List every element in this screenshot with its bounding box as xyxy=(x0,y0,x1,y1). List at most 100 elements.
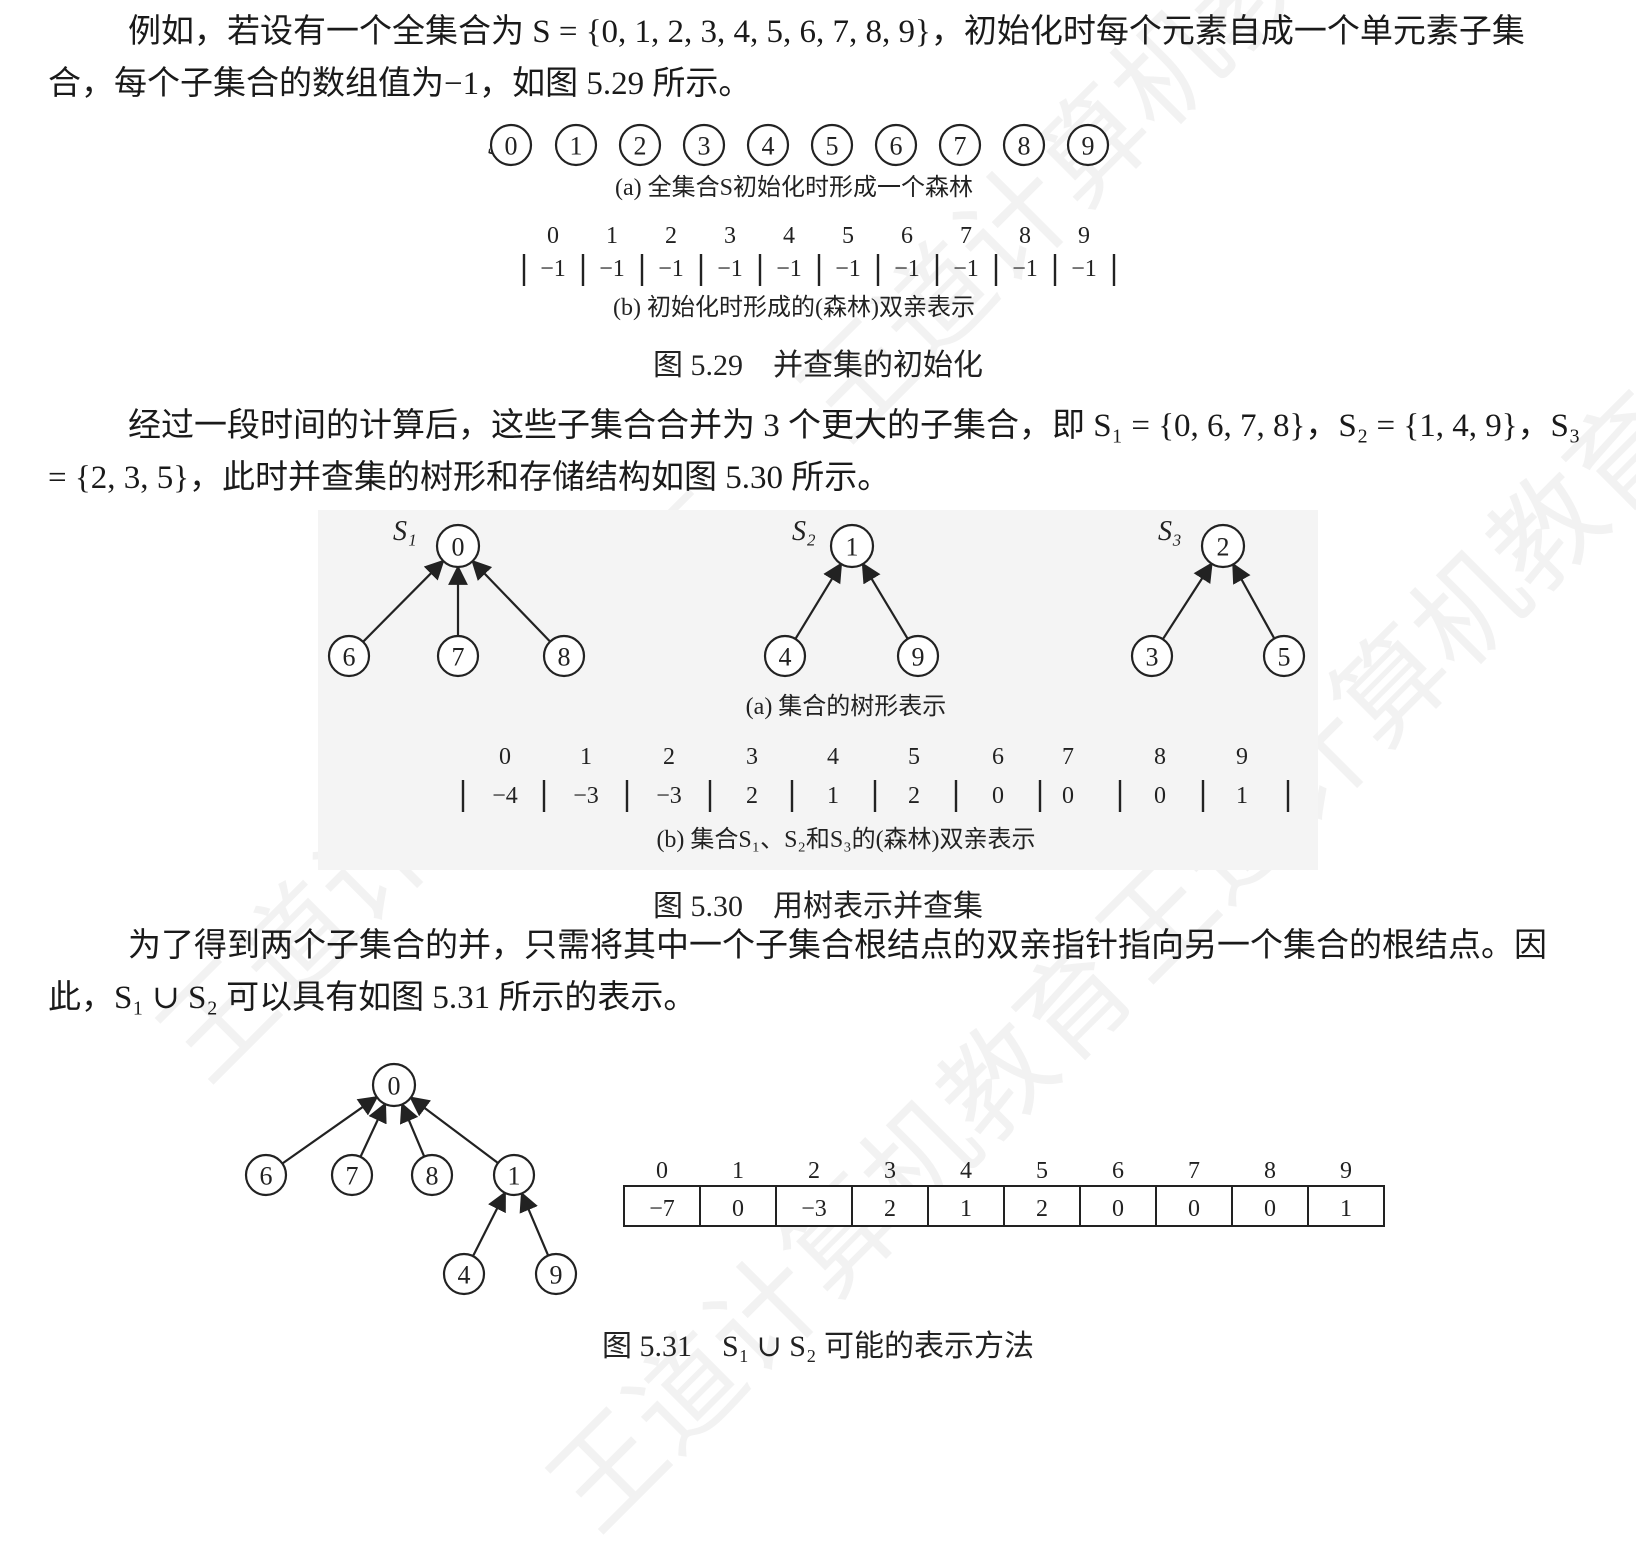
fig531-value-2: −3 xyxy=(801,1196,827,1222)
fig529-node-5-label: 5 xyxy=(826,132,839,161)
fig531-index-9: 9 xyxy=(1340,1158,1352,1184)
fig530-node-4: 4 xyxy=(763,634,807,678)
fig530-value-3: 2 xyxy=(746,783,758,809)
fig530-edge-3-to-2 xyxy=(1161,561,1213,640)
fig531-index-4: 4 xyxy=(960,1158,972,1184)
fig531-index-0: 0 xyxy=(656,1158,668,1184)
fig530-index-2: 2 xyxy=(663,744,675,770)
fig530-tree-2-label: S₂ xyxy=(792,516,816,547)
fig530-index-3: 3 xyxy=(746,744,758,770)
fig529-value-2: −1 xyxy=(658,256,684,282)
fig531-title: 图 5.31 S₁ ∪ S₂ 可能的表示方法 xyxy=(602,1330,1034,1363)
fig530-node-4-label: 4 xyxy=(779,643,792,672)
fig531-node-4-label: 4 xyxy=(458,1261,471,1290)
fig529-node-6-label: 6 xyxy=(890,132,903,161)
fig530-node-1: 1 xyxy=(829,523,875,569)
fig531-value-5: 2 xyxy=(1036,1196,1048,1222)
fig529-value-7: −1 xyxy=(953,256,979,282)
fig529-node-8-label: 8 xyxy=(1018,132,1031,161)
fig530-node-0-label: 0 xyxy=(452,533,465,562)
fig529-value-0: −1 xyxy=(540,256,566,282)
fig529-node-3-label: 3 xyxy=(698,132,711,161)
fig530-value-6: 0 xyxy=(992,783,1004,809)
fig529-node-2: 2 xyxy=(618,123,662,167)
fig530-node-6-label: 6 xyxy=(343,643,356,672)
fig531-node-0: 0 xyxy=(371,1062,417,1108)
fig530-title: 图 5.30 用树表示并查集 xyxy=(653,890,983,923)
fig530-node-8: 8 xyxy=(542,634,586,678)
fig530-node-3-label: 3 xyxy=(1146,643,1159,672)
fig529-node-3: 3 xyxy=(682,123,726,167)
fig529-index-3: 3 xyxy=(724,223,736,249)
fig529-node-1-label: 1 xyxy=(570,132,583,161)
fig531-index-1: 1 xyxy=(732,1158,744,1184)
fig529-node-2-label: 2 xyxy=(634,132,647,161)
fig531-node-8: 8 xyxy=(410,1153,454,1197)
fig531-value-8: 0 xyxy=(1264,1196,1276,1222)
fig531-value-7: 0 xyxy=(1188,1196,1200,1222)
fig530-node-7-label: 7 xyxy=(452,643,465,672)
fig530-index-1: 1 xyxy=(580,744,592,770)
fig530-index-5: 5 xyxy=(908,744,920,770)
fig529-index-7: 7 xyxy=(960,223,972,249)
fig531-value-3: 2 xyxy=(884,1196,896,1222)
fig530-index-4: 4 xyxy=(827,744,839,770)
fig531-node-1: 1 xyxy=(492,1153,536,1197)
fig529-value-3: −1 xyxy=(717,256,743,282)
fig530-value-8: 0 xyxy=(1154,783,1166,809)
fig529-node-8: 8 xyxy=(1002,123,1046,167)
fig531-value-4: 1 xyxy=(960,1196,972,1222)
fig529-node-7: 7 xyxy=(938,123,982,167)
fig531-node-7: 7 xyxy=(330,1153,374,1197)
fig529-node-4: 4 xyxy=(746,123,790,167)
fig529-node-0: 0 xyxy=(489,123,533,167)
fig529-index-6: 6 xyxy=(901,223,913,249)
fig531-node-4: 4 xyxy=(442,1252,486,1296)
fig530-node-9: 9 xyxy=(896,634,940,678)
fig530-edge-8-to-0 xyxy=(471,559,551,643)
fig529-value-5: −1 xyxy=(835,256,861,282)
fig531-tree: 0 6 7 8 1 4 9 xyxy=(244,1062,578,1296)
fig529-value-4: −1 xyxy=(776,256,802,282)
fig531-edge-8-to-0 xyxy=(399,1102,426,1158)
fig530-node-2: 2 xyxy=(1200,523,1246,569)
fig530-index-0: 0 xyxy=(499,744,511,770)
fig531-index-7: 7 xyxy=(1188,1158,1200,1184)
fig529-title: 图 5.29 并查集的初始化 xyxy=(653,349,983,382)
fig530-index-7: 7 xyxy=(1062,744,1074,770)
fig529-parent-table: 0 1 2 3 4 5 6 7 8 9 −1 −1 −1 −1 −1 −1 −1 −1 −1 −1 xyxy=(522,223,1116,286)
fig530-index-8: 8 xyxy=(1154,744,1166,770)
fig529-node-9-label: 9 xyxy=(1082,132,1095,161)
fig530-edge-9-to-1 xyxy=(861,562,909,640)
fig530-tree-3-label: S₃ xyxy=(1158,516,1182,547)
fig530-node-7: 7 xyxy=(436,634,480,678)
fig531-node-1-label: 1 xyxy=(508,1162,521,1191)
fig530-node-2-label: 2 xyxy=(1217,533,1230,562)
fig529-node-7-label: 7 xyxy=(954,132,967,161)
fig530-node-9-label: 9 xyxy=(912,643,925,672)
fig530-node-5: 5 xyxy=(1262,634,1306,678)
fig529-index-0: 0 xyxy=(547,223,559,249)
fig529-nodes: 0 1 2 3 4 5 6 7 8 9 xyxy=(489,123,1110,167)
fig530-edge-5-to-2 xyxy=(1232,562,1276,640)
figures-canvas: S 0123456789 (a) 全集合S初始化时形成一个森林 01234567… xyxy=(244,123,1385,1363)
fig531-node-6: 6 xyxy=(244,1153,288,1197)
fig530-caption-b: (b) 集合S₁、S₂和S₃的(森林)双亲表示 xyxy=(656,826,1035,853)
fig529-caption-b: (b) 初始化时形成的(森林)双亲表示 xyxy=(613,294,975,321)
fig530-node-5-label: 5 xyxy=(1278,643,1291,672)
fig529-value-8: −1 xyxy=(1012,256,1038,282)
fig529-node-6: 6 xyxy=(874,123,918,167)
fig531-index-5: 5 xyxy=(1036,1158,1048,1184)
fig531-value-0: −7 xyxy=(649,1196,675,1222)
fig529-value-6: −1 xyxy=(894,256,920,282)
fig531-edge-9-to-1 xyxy=(519,1191,550,1257)
fig529-node-1: 1 xyxy=(554,123,598,167)
fig530-node-8-label: 8 xyxy=(558,643,571,672)
fig529-value-9: −1 xyxy=(1071,256,1097,282)
fig529-value-1: −1 xyxy=(599,256,625,282)
fig531-index-6: 6 xyxy=(1112,1158,1124,1184)
fig529-node-0-label: 0 xyxy=(505,132,518,161)
fig529-index-1: 1 xyxy=(606,223,618,249)
fig530-value-1: −3 xyxy=(573,783,599,809)
fig531-node-9: 9 xyxy=(534,1252,578,1296)
